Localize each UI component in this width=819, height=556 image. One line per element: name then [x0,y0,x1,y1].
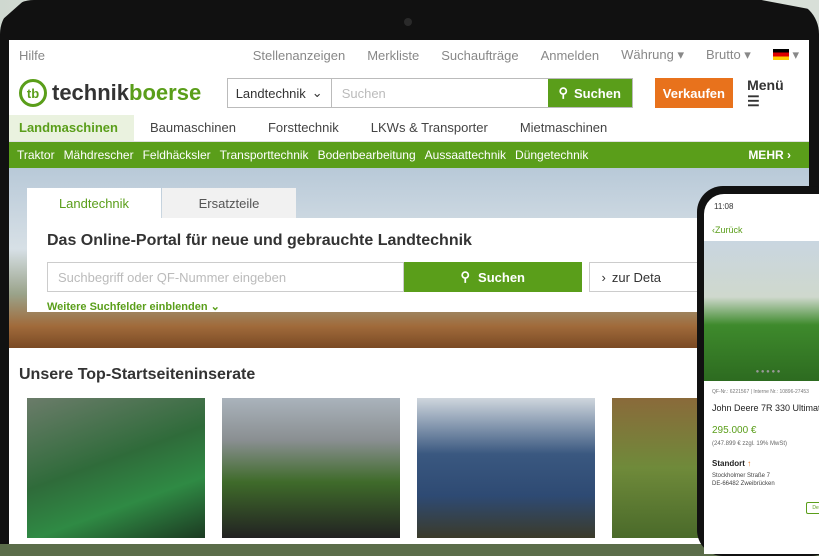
tab-baumaschinen[interactable]: Baumaschinen [134,115,252,141]
subnav-duengetechnik[interactable]: Düngetechnik [515,148,588,162]
subnav-transporttechnik[interactable]: Transporttechnik [220,148,309,162]
listing-card[interactable] [27,398,205,538]
phone-screen: 11:08 ‹Zurück ● ● ● ● ● QF-Nr.: 6221567 … [704,194,819,554]
depot-badge[interactable]: Depot [806,502,819,514]
header-search-button[interactable]: ⚲ Suchen [547,79,632,107]
listing-card[interactable] [417,398,595,538]
category-select[interactable]: Landtechnik ⌄ [228,79,332,107]
search-panel: Landtechnik Ersatzteile Das Online-Porta… [27,188,727,313]
tab-lkws-transporter[interactable]: LKWs & Transporter [355,115,504,141]
watchlist-link[interactable]: Merkliste [367,48,419,63]
location-address: Stockholmer Straße 7 DE-66482 Zweibrücken [712,473,775,487]
search-icon: ⚲ [558,85,568,100]
utility-bar: Hilfe Stellenanzeigen Merkliste Suchauft… [9,40,809,70]
tab-forsttechnik[interactable]: Forsttechnik [252,115,355,141]
more-fields-toggle[interactable]: Weitere Suchfelder einblenden ⌄ [47,300,707,313]
subnav-feldhaecksler[interactable]: Feldhäcksler [143,148,211,162]
listing-name: John Deere 7R 330 Ultimate Dem [712,403,819,413]
hero-banner: Landtechnik Ersatzteile Das Online-Porta… [9,168,809,348]
back-link[interactable]: ‹Zurück [704,211,819,235]
sell-button[interactable]: Verkaufen [654,78,734,108]
keyword-search-input[interactable]: Suchbegriff oder QF-Nummer eingeben [47,262,405,292]
currency-dropdown[interactable]: Währung ▾ [621,47,684,63]
top-listings [9,398,809,538]
tab-landtechnik[interactable]: Landtechnik [27,188,161,218]
help-link[interactable]: Hilfe [19,48,45,63]
camera-icon [404,18,412,26]
chevron-right-icon: › [601,269,606,285]
top-listings-title: Unsere Top-Startseiteninserate [19,366,256,383]
chevron-down-icon: ⌄ [311,85,323,100]
listing-card[interactable] [612,398,702,538]
header-search-input[interactable]: Suchen [332,79,548,107]
menu-button[interactable]: Menü ☰ [747,77,799,110]
hero-title: Das Online-Portal für neue und gebraucht… [47,232,472,249]
search-alerts-link[interactable]: Suchaufträge [441,48,518,63]
chevron-right-icon: › [787,148,791,162]
listing-price: 295.000 € [712,425,757,436]
subnav-aussaattechnik[interactable]: Aussaattechnik [425,148,506,162]
hamburger-icon: ☰ [747,92,760,109]
phone-frame: 11:08 ‹Zurück ● ● ● ● ● QF-Nr.: 6221567 … [697,186,819,556]
header-search: Landtechnik ⌄ Suchen ⚲ Suchen [226,78,633,108]
detail-search-button[interactable]: › zur Deta [588,262,707,292]
chevron-down-icon: ⌄ [210,301,220,313]
technikboerse-logo[interactable]: tb technik boerse [19,79,227,107]
german-flag-icon [772,49,789,60]
search-tabs: Landtechnik Ersatzteile [27,188,727,218]
listing-net-price: (247.899 € zzgl. 19% MwSt) [712,441,788,447]
gallery-dots: ● ● ● ● ● [755,369,781,375]
tab-landmaschinen[interactable]: Landmaschinen [9,115,134,141]
category-tabs: Landmaschinen Baumaschinen Forsttechnik … [9,115,809,142]
listing-meta: QF-Nr.: 6221567 | Interne Nr.: 10896-274… [712,389,809,395]
more-button[interactable]: MEHR › [748,148,791,162]
gross-dropdown[interactable]: Brutto ▾ [706,47,751,63]
phone-clock: 11:08 [714,202,734,211]
language-dropdown[interactable]: ▾ [772,47,799,63]
subnav-bodenbearbeitung[interactable]: Bodenbearbeitung [318,148,416,162]
search-icon: ⚲ [460,269,471,284]
login-link[interactable]: Anmelden [541,48,600,63]
tablet-screen: Hilfe Stellenanzeigen Merkliste Suchauft… [9,40,809,544]
pin-icon: ↑ [747,459,752,468]
tractor-photo[interactable] [704,241,819,381]
subnav-maehdrescher[interactable]: Mähdrescher [64,148,134,162]
listing-card[interactable] [222,398,400,538]
tab-ersatzteile[interactable]: Ersatzteile [162,188,296,218]
subnav-traktor[interactable]: Traktor [17,148,55,162]
tb-logo-icon: tb [19,79,47,107]
hero-search-button[interactable]: ⚲ Suchen [404,262,582,292]
subcategory-nav: Traktor Mähdrescher Feldhäcksler Transpo… [9,142,809,168]
jobs-link[interactable]: Stellenanzeigen [253,48,346,63]
site-header: tb technik boerse Landtechnik ⌄ Suchen ⚲ Su… [9,70,809,116]
location-label: Standort ↑ [712,459,752,468]
tab-mietmaschinen[interactable]: Mietmaschinen [504,115,623,141]
